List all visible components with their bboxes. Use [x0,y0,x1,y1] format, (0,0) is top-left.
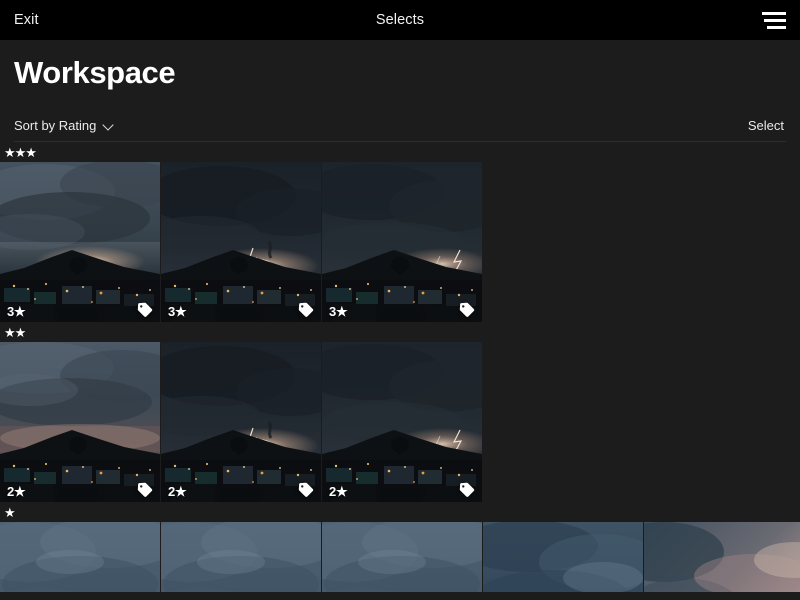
tag-icon-svg [459,302,475,317]
tag-icon[interactable] [136,302,153,317]
thumbnail-rating-badge: 2★ [7,484,26,500]
hamburger-menu-icon[interactable] [760,10,786,30]
tag-icon[interactable] [297,482,314,497]
thumbnail-rating-badge: 2★ [168,484,187,500]
tag-icon-svg [298,302,314,317]
photo-thumbnail[interactable]: 2★ [0,342,160,503]
thumbnail-rating-badge: 2★ [329,484,348,500]
sort-by-rating-button[interactable]: Sort by Rating [14,118,114,133]
rating-group-header: ★★★ [0,142,800,162]
photo-thumbnail[interactable]: 3★ [161,162,321,323]
thumbnail-row [0,522,800,593]
rating-stars-label: ★★★ [4,144,37,160]
select-button[interactable]: Select [748,118,786,133]
photo-thumbnail[interactable] [644,522,800,593]
page-title: Workspace [14,55,176,90]
menu-line-3 [767,25,786,29]
photo-image [0,342,160,503]
photo-image [322,522,482,593]
menu-line-2 [764,18,786,22]
photo-image [161,162,321,323]
photo-thumbnail[interactable] [322,522,482,593]
app-title: Selects [375,12,425,28]
thumbnail-row: 3★ 3★ 3★ [0,162,800,323]
rating-stars-label: ★★ [4,324,26,340]
tag-icon[interactable] [297,302,314,317]
tag-icon-svg [137,302,153,317]
photo-image [161,342,321,503]
photo-image [0,162,160,323]
photo-thumbnail[interactable] [161,522,321,593]
rating-group-header: ★★ [0,322,800,342]
photo-image [644,522,800,593]
photo-thumbnail[interactable]: 2★ [322,342,482,503]
thumbnail-rating-badge: 3★ [168,304,187,320]
tag-icon-svg [298,482,314,497]
page-header: Workspace Sort by Rating Select [0,40,800,143]
photo-thumbnail[interactable]: 2★ [161,342,321,503]
sort-toolbar: Sort by Rating Select [14,110,786,143]
tag-icon[interactable] [458,482,475,497]
rating-group-header: ★ [0,502,800,522]
thumbnail-row: 2★ 2★ 2★ [0,342,800,503]
photo-image [322,342,482,503]
tag-icon[interactable] [458,302,475,317]
thumbnail-rating-badge: 3★ [7,304,26,320]
photo-image [483,522,643,593]
rating-groups: ★★★ 3★ 3★ 3★ ★★ 2★ 2★ 2★ ★ [0,142,800,593]
photo-image [322,162,482,323]
rating-stars-label: ★ [4,504,16,520]
photo-thumbnail[interactable]: 3★ [322,162,482,323]
sort-label: Sort by Rating [14,118,97,134]
thumbnail-rating-badge: 3★ [329,304,348,320]
menu-line-1 [762,11,786,15]
top-bar: Exit Selects [0,0,800,40]
tag-icon-svg [459,482,475,497]
tag-icon-svg [137,482,153,497]
exit-button[interactable]: Exit [14,12,39,28]
photo-image [0,522,160,593]
chevron-down-icon [103,120,114,131]
photo-thumbnail[interactable] [0,522,160,593]
tag-icon[interactable] [136,482,153,497]
photo-thumbnail[interactable] [483,522,643,593]
photo-image [161,522,321,593]
photo-thumbnail[interactable]: 3★ [0,162,160,323]
